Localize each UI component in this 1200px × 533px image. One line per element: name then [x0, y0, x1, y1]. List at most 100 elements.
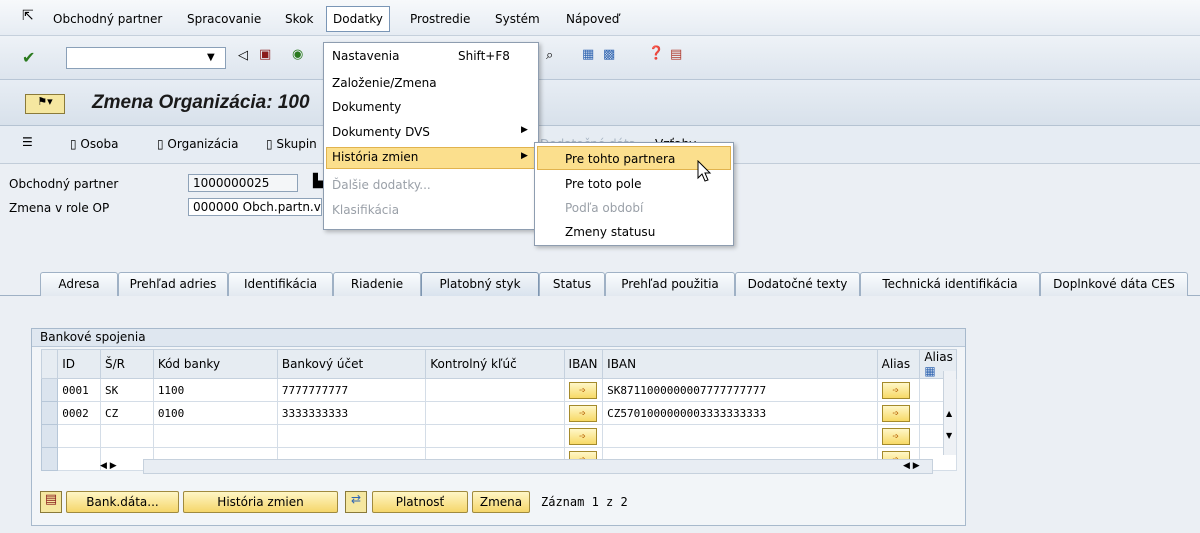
hscroll-arrows-left[interactable]: ◀ ▶ — [100, 459, 140, 474]
command-dropdown-icon[interactable]: ▼ — [207, 52, 215, 63]
iban-arrow-icon[interactable]: ➩ — [568, 381, 597, 399]
col-country[interactable]: Š/R — [99, 349, 154, 379]
osoba-button[interactable]: ▯ Osoba — [70, 137, 118, 151]
cell-iban-button: ➩ — [563, 401, 604, 425]
col-iban[interactable]: IBAN — [602, 349, 878, 379]
tab-status[interactable]: Status — [539, 272, 605, 296]
cell-country[interactable]: SK — [99, 378, 154, 402]
tab-dodatocne-texty[interactable]: Dodatočné texty — [735, 272, 860, 296]
menu-system[interactable]: Systém — [495, 12, 540, 26]
role-field[interactable]: 000000 Obch.partn.v — [188, 198, 322, 216]
menu-dodatky[interactable]: Dodatky — [326, 6, 390, 32]
cell-iban[interactable]: CZ5701000000003333333333 — [602, 401, 878, 425]
cell-bank-code[interactable]: 1100 — [152, 378, 278, 402]
list-icon[interactable]: ☰ — [22, 135, 33, 149]
row-selector[interactable] — [40, 424, 59, 448]
scroll-up-icon[interactable]: ▲ — [946, 409, 952, 418]
row-selector[interactable] — [40, 378, 59, 402]
cell-country[interactable]: CZ — [99, 401, 154, 425]
menu-item-zalozenie[interactable]: Založenie/Zmena — [332, 76, 437, 90]
submenu-item-pre-partnera[interactable]: Pre tohto partnera — [565, 152, 675, 166]
menu-item-dokumenty[interactable]: Dokumenty — [332, 100, 401, 114]
scroll-down-icon[interactable]: ▼ — [946, 431, 952, 440]
back-icon[interactable]: ◉ — [292, 47, 303, 62]
skupina-label: Skupin — [276, 137, 317, 151]
col-bank-code[interactable]: Kód banky — [152, 349, 278, 379]
exit-menu-icon[interactable]: ⇱ — [22, 8, 34, 24]
tab-prehlad-pouzitia[interactable]: Prehľad použitia — [605, 272, 735, 296]
menu-skok[interactable]: Skok — [285, 12, 313, 26]
cell-account[interactable] — [276, 424, 427, 448]
menu-obchodny-partner[interactable]: Obchodný partner — [53, 12, 162, 26]
submenu-item-zmeny-statusu[interactable]: Zmeny statusu — [565, 225, 655, 239]
column-config-icon[interactable]: ▦ — [924, 364, 935, 378]
shortcut-icon[interactable]: ▩ — [603, 47, 615, 62]
cell-iban[interactable]: SK8711000000007777777777 — [602, 378, 878, 402]
change-button[interactable]: Zmena — [472, 491, 530, 513]
table-row[interactable]: 0002 CZ 0100 3333333333 ➩ CZ570100000000… — [40, 401, 957, 425]
tab-platobny-styk[interactable]: Platobný styk — [421, 272, 539, 296]
cell-id[interactable]: 0002 — [57, 401, 101, 425]
col-check-key[interactable]: Kontrolný kľúč — [425, 349, 565, 379]
organizacia-button[interactable]: ▯ Organizácia — [157, 137, 238, 151]
new-session-icon[interactable]: ▦ — [582, 47, 594, 62]
menu-prostredie[interactable]: Prostredie — [410, 12, 470, 26]
cell-check-key[interactable] — [425, 424, 565, 448]
skupina-button[interactable]: ▯ Skupin — [266, 137, 317, 151]
row-selector-header[interactable] — [40, 349, 59, 379]
alias-arrow-icon[interactable]: ➩ — [881, 404, 910, 422]
bank-data-button[interactable]: Bank.dáta... — [66, 491, 179, 513]
table-row[interactable]: 0001 SK 1100 7777777777 ➩ SK871100000000… — [40, 378, 957, 402]
table-row[interactable]: ➩ ➩ — [40, 424, 957, 448]
tab-doplnkove-data-ces[interactable]: Doplnkové dáta CES — [1040, 272, 1188, 296]
iban-arrow-icon[interactable]: ➩ — [568, 427, 597, 445]
cell-id[interactable]: 0001 — [57, 378, 101, 402]
menu-item-historia-zmien[interactable]: História zmien — [332, 150, 418, 164]
col-id[interactable]: ID — [57, 349, 101, 379]
cell-check-key[interactable] — [425, 401, 565, 425]
tab-adresa[interactable]: Adresa — [40, 272, 118, 296]
tab-prehlad-adries[interactable]: Prehľad adries — [118, 272, 228, 296]
cell-id[interactable] — [57, 447, 101, 471]
alias-arrow-icon[interactable]: ➩ — [881, 381, 910, 399]
partner-field[interactable]: 1000000025 — [188, 174, 298, 192]
back-arrow-icon[interactable]: ◁ — [238, 48, 248, 63]
validity-button[interactable]: Platnosť — [372, 491, 468, 513]
menu-spracovanie[interactable]: Spracovanie — [187, 12, 261, 26]
help-icon[interactable]: ❓ — [648, 46, 664, 61]
save-icon[interactable]: ▣ — [259, 47, 271, 62]
enter-icon[interactable]: ✔ — [22, 48, 35, 67]
tab-technicka-identifikacia[interactable]: Technická identifikácia — [860, 272, 1040, 296]
cell-bank-code[interactable]: 0100 — [152, 401, 278, 425]
details-icon[interactable]: ▤ — [40, 491, 62, 513]
col-account[interactable]: Bankový účet — [276, 349, 427, 379]
cell-country[interactable] — [99, 424, 154, 448]
menu-napoved[interactable]: Nápoveď — [566, 12, 619, 26]
command-field[interactable] — [66, 47, 226, 69]
menu-item-dokumenty-dvs[interactable]: Dokumenty DVS — [332, 125, 430, 139]
menu-item-nastavenia[interactable]: Nastavenia — [332, 49, 399, 63]
alias-arrow-icon[interactable]: ➩ — [881, 427, 910, 445]
col-alias-button[interactable]: Alias — [876, 349, 921, 379]
cell-account[interactable]: 7777777777 — [276, 378, 427, 402]
layout-icon[interactable]: ▤ — [670, 47, 682, 62]
history-button[interactable]: História zmien — [183, 491, 338, 513]
cell-check-key[interactable] — [425, 378, 565, 402]
row-selector[interactable] — [40, 401, 59, 425]
vertical-scrollbar[interactable]: ▲ ▼ — [943, 371, 956, 455]
cell-iban[interactable] — [602, 424, 878, 448]
horizontal-scrollbar[interactable] — [143, 459, 933, 474]
iban-arrow-icon[interactable]: ➩ — [568, 404, 597, 422]
hscroll-arrows-right[interactable]: ◀ ▶ — [903, 459, 943, 474]
col-iban-button[interactable]: IBAN — [563, 349, 604, 379]
row-selector[interactable] — [40, 447, 59, 471]
cell-bank-code[interactable] — [152, 424, 278, 448]
tab-riadenie[interactable]: Riadenie — [333, 272, 421, 296]
submenu-item-pre-pole[interactable]: Pre toto pole — [565, 177, 641, 191]
move-icon[interactable]: ⇄ — [345, 491, 367, 513]
find-icon[interactable]: ⌕ — [546, 48, 553, 63]
cell-id[interactable] — [57, 424, 101, 448]
partner-icon[interactable]: ⚑▾ — [25, 94, 65, 114]
cell-account[interactable]: 3333333333 — [276, 401, 427, 425]
tab-identifikacia[interactable]: Identifikácia — [228, 272, 333, 296]
